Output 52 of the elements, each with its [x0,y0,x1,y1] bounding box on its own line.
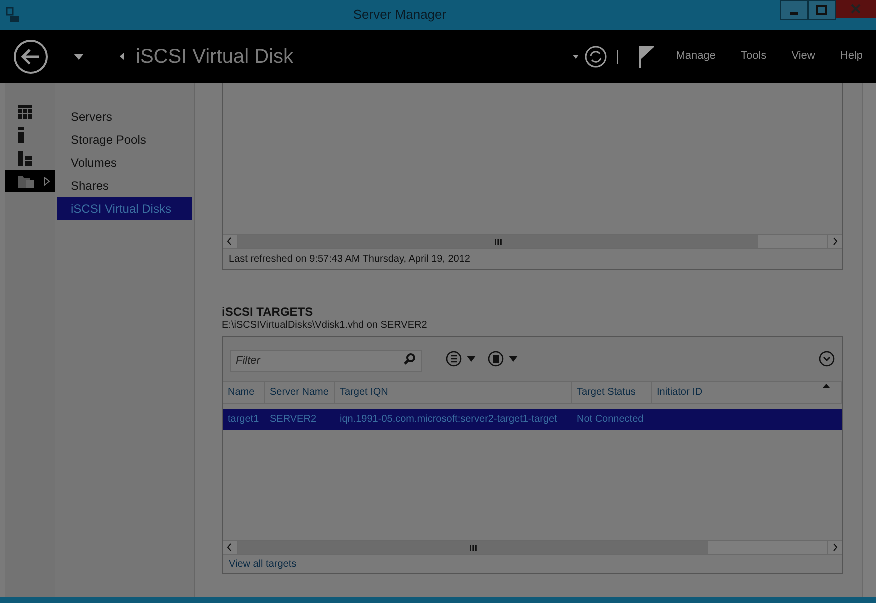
maximize-icon [816,5,827,15]
maximize-button[interactable] [808,0,836,20]
back-button[interactable] [13,38,49,74]
vertical-scrollbar[interactable] [862,83,876,597]
view-all-link[interactable]: View all targets [229,556,297,572]
save-options-button[interactable] [488,351,520,367]
column-header[interactable]: Target Status [572,382,652,403]
breadcrumb: iSCSI Virtual Disk [136,44,294,70]
expand-button[interactable] [819,351,835,367]
search-icon[interactable] [404,353,416,365]
status-text: Last refreshed on 9:57:43 AM Thursday, April 19, 2012 [228,252,472,266]
minimize-icon [790,12,798,15]
minimize-button[interactable] [780,0,808,20]
sidebar-item[interactable]: iSCSI Virtual Disks [57,197,192,220]
dropdown-icon[interactable] [573,54,580,58]
column-header[interactable]: Name [223,382,265,403]
table-cell-text: Not Connected [576,413,645,427]
refresh-button[interactable] [585,46,608,68]
window-title: Server Manager [352,6,448,24]
grid-icon[interactable] [18,105,32,119]
caret-icon [44,176,50,186]
table-cell-text: SERVER2 [269,413,318,427]
close-icon [851,4,861,14]
sidebar-item[interactable]: Volumes [57,151,192,174]
horizontal-scrollbar[interactable] [223,234,842,249]
menu-item[interactable]: Help [840,48,863,65]
sidebar-item[interactable]: Servers [57,105,192,128]
app-icon [6,7,20,23]
table-row[interactable]: target1 SERVER2 iqn.1991-05.com.microsoft:server2-target1-target Not Connected [223,409,842,430]
caret-icon [120,53,124,60]
server-icon[interactable] [18,127,24,143]
list-options-button[interactable] [446,351,478,367]
grip-icon [470,544,476,550]
menu-item[interactable]: Manage [676,48,716,65]
sidebar-item[interactable]: Storage Pools [57,128,192,151]
table-cell-text: target1 [227,413,260,427]
folder-icon[interactable] [18,174,34,188]
menu-item[interactable]: View [792,48,816,65]
menu-item[interactable]: Tools [741,48,767,65]
dropdown-icon[interactable] [74,54,84,60]
grip-icon [494,238,502,244]
horizontal-scrollbar[interactable] [223,540,842,555]
flag-icon[interactable] [638,46,654,68]
section-subtitle: E:\iSCSIVirtualDisks\Vdisk1.vhd on SERVER2 [222,319,428,332]
sort-icon [823,384,830,388]
filter-field[interactable]: Filter [230,350,422,372]
column-header[interactable]: Target IQN [335,382,572,403]
servers-icon[interactable] [18,150,32,166]
column-header[interactable]: Server Name [265,382,335,403]
table-cell-text: iqn.1991-05.com.microsoft:server2-target1-target [339,413,558,427]
section-title: iSCSI TARGETS [222,305,314,319]
sidebar-item[interactable]: Shares [57,174,192,197]
